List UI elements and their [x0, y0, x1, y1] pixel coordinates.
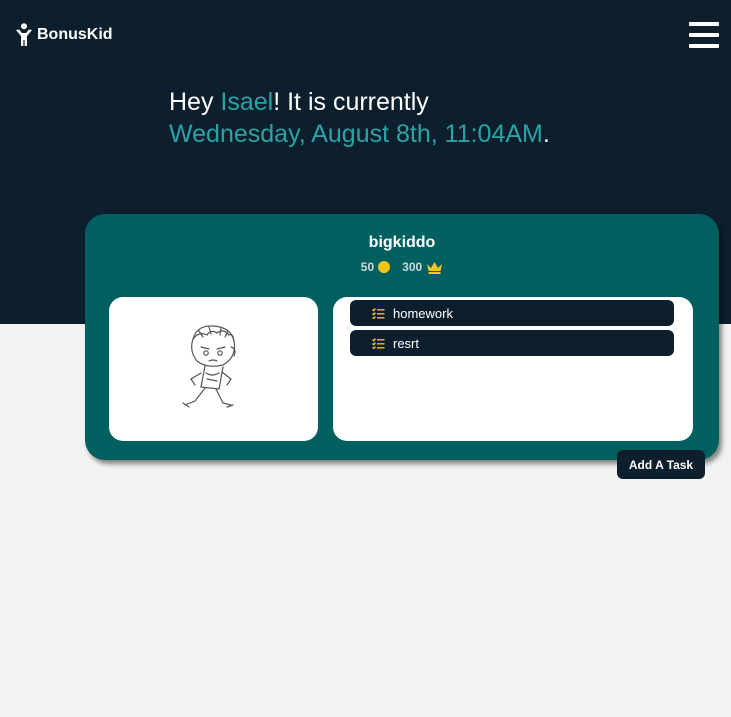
menu-bar	[689, 33, 719, 37]
crown-count: 300	[402, 260, 423, 274]
user-name: Isael	[220, 88, 274, 116]
crown-icon	[427, 261, 443, 274]
coin-count: 50	[360, 260, 375, 274]
greeting-suffix: .	[542, 120, 550, 148]
hamburger-menu-icon[interactable]	[689, 22, 719, 48]
add-task-button[interactable]: Add A Task	[617, 450, 705, 479]
task-label: resrt	[393, 335, 419, 351]
menu-bar	[689, 22, 719, 26]
brand-logo[interactable]: BonusKid	[15, 22, 113, 48]
greeting-message: Hey Isael! It is currently Wednesday, Au…	[169, 86, 550, 150]
task-item[interactable]: resrt	[350, 330, 674, 356]
kid-stats: 50 300	[85, 260, 719, 274]
brand-name: BonusKid	[37, 26, 113, 43]
kid-card: bigkiddo 50 300 homework resrt	[85, 214, 719, 460]
task-list-icon	[372, 307, 385, 319]
kid-figure-icon	[16, 23, 32, 46]
menu-bar	[689, 44, 719, 48]
task-list-icon	[372, 337, 385, 349]
sketch-kid-running-icon	[182, 325, 236, 408]
task-list: homework resrt	[333, 297, 693, 441]
kid-avatar[interactable]	[109, 297, 318, 441]
kid-name: bigkiddo	[368, 234, 436, 251]
task-label: homework	[393, 305, 453, 321]
coin-icon	[378, 261, 391, 273]
greeting-prefix: Hey	[169, 88, 221, 116]
current-datetime: Wednesday, August 8th, 11:04AM	[169, 120, 543, 148]
task-item[interactable]: homework	[350, 300, 674, 326]
greeting-middle: ! It is currently	[273, 88, 429, 116]
